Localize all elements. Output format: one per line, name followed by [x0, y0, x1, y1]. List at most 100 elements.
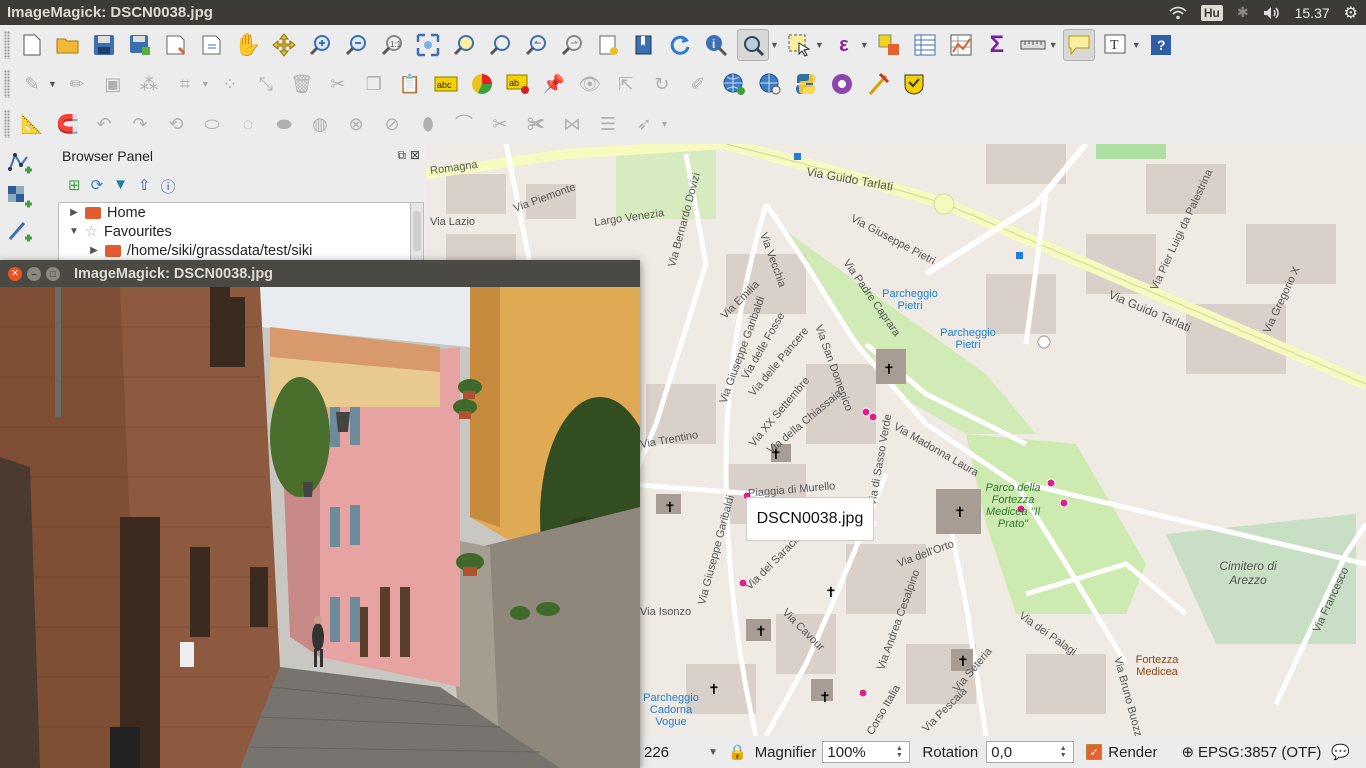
copy-features-icon[interactable]: ❐	[359, 69, 389, 99]
labeling-icon[interactable]: abc	[431, 69, 461, 99]
add-delimited-text-icon[interactable]	[5, 216, 35, 246]
maximize-icon[interactable]: □	[46, 266, 60, 281]
info-icon[interactable]: ⓘ	[161, 176, 176, 197]
bluetooth-icon[interactable]: ✱	[1237, 4, 1249, 21]
text-annotation-icon[interactable]: T	[1101, 30, 1131, 60]
spinner-icon[interactable]: ▲ ▼	[893, 745, 905, 759]
select-features-icon[interactable]	[784, 30, 814, 60]
merge-icon[interactable]: ⋈	[557, 109, 587, 139]
advanced-digitize-icon[interactable]: 📐	[17, 109, 47, 139]
pan-to-selection-icon[interactable]	[269, 30, 299, 60]
open-project-icon[interactable]	[53, 30, 83, 60]
magic-tool-icon[interactable]	[899, 69, 929, 99]
minimize-icon[interactable]: –	[27, 266, 41, 281]
layer-labeling-icon[interactable]: ab	[503, 69, 533, 99]
expand-arrow-icon[interactable]: ▶	[87, 245, 101, 256]
crs-status[interactable]: EPSG:3857 (OTF)	[1198, 744, 1321, 761]
lock-icon[interactable]: 🔒	[728, 743, 747, 761]
new-bookmark-icon[interactable]	[593, 30, 623, 60]
spinner-icon[interactable]: ▲ ▼	[1057, 745, 1069, 759]
statistics-icon[interactable]	[946, 30, 976, 60]
close-icon[interactable]: ✕	[8, 266, 22, 281]
vertex-tool-icon[interactable]: ⌗	[170, 69, 200, 99]
diagram-icon[interactable]	[467, 69, 497, 99]
python-console-icon[interactable]	[791, 69, 821, 99]
cut-features-icon[interactable]: ✂	[323, 69, 353, 99]
split-parts-icon[interactable]: ✀	[521, 109, 551, 139]
delete-ring-icon[interactable]: ⊗	[341, 109, 371, 139]
collapse-all-icon[interactable]: ⇧	[138, 176, 151, 197]
scale-combo[interactable]: 226 ▼	[640, 741, 722, 763]
volume-icon[interactable]	[1263, 6, 1281, 20]
tree-item-home[interactable]: ▶ Home	[59, 203, 411, 222]
add-wms-icon[interactable]	[719, 69, 749, 99]
zoom-to-layer-icon[interactable]	[485, 30, 515, 60]
settings-gear-icon[interactable]: ⚙	[1344, 3, 1358, 23]
snap-magnet-icon[interactable]: 🧲	[53, 109, 83, 139]
simplify-icon[interactable]: ⬭	[197, 109, 227, 139]
merge-attributes-icon[interactable]: ☰	[593, 109, 623, 139]
zoom-full-icon[interactable]	[413, 30, 443, 60]
identify-icon[interactable]: i	[701, 30, 731, 60]
delete-part-icon[interactable]: ⊘	[377, 109, 407, 139]
new-print-layout-icon[interactable]	[161, 30, 191, 60]
change-label-icon[interactable]: ✐	[683, 69, 713, 99]
add-raster-layer-icon[interactable]	[5, 182, 35, 212]
toolbar-grip[interactable]	[4, 70, 10, 98]
paste-features-icon[interactable]: 📋	[395, 69, 425, 99]
add-ring-icon[interactable]: ◌	[233, 109, 263, 139]
fill-ring-icon[interactable]: ◍	[305, 109, 335, 139]
toolbar-grip[interactable]	[4, 110, 10, 138]
crs-globe-icon[interactable]: ⊕	[1181, 743, 1194, 761]
zoom-in-icon[interactable]	[305, 30, 335, 60]
pan-hand-icon[interactable]: ✋	[233, 30, 263, 60]
split-features-icon[interactable]: ✂	[485, 109, 515, 139]
clock[interactable]: 15.37	[1295, 5, 1330, 21]
zoom-last-icon[interactable]	[521, 30, 551, 60]
help-icon[interactable]: ?	[1146, 30, 1176, 60]
zoom-next-icon[interactable]	[557, 30, 587, 60]
zoom-to-selection-icon[interactable]	[449, 30, 479, 60]
new-project-icon[interactable]	[17, 30, 47, 60]
grass-tools-icon[interactable]	[863, 69, 893, 99]
dropdown-arrow-icon[interactable]: ▼	[660, 119, 669, 129]
map-tips-icon[interactable]	[737, 29, 769, 61]
pin-labels-icon[interactable]: 📌	[539, 69, 569, 99]
render-checkbox[interactable]: ✓	[1086, 744, 1103, 760]
close-panel-icon[interactable]: ⊠	[410, 148, 420, 163]
add-feature-icon[interactable]: ⁂	[134, 69, 164, 99]
rotation-input[interactable]: 0,0 ▲ ▼	[986, 741, 1075, 763]
collapse-arrow-icon[interactable]: ▼	[67, 226, 81, 237]
zoom-native-icon[interactable]: 1:1	[377, 30, 407, 60]
refresh-icon[interactable]	[665, 30, 695, 60]
save-as-icon[interactable]	[125, 30, 155, 60]
reshape-icon[interactable]: ⬮	[413, 109, 443, 139]
filter-icon[interactable]: ▼	[113, 176, 128, 197]
node-tool-icon[interactable]: ⤡	[251, 69, 281, 99]
measure-icon[interactable]	[1018, 30, 1048, 60]
show-bookmarks-icon[interactable]	[629, 30, 659, 60]
delete-selected-icon[interactable]: 🗑	[287, 69, 317, 99]
edit-pencil-icon[interactable]: ✏	[62, 69, 92, 99]
imagemagick-titlebar[interactable]: ✕ – □ ImageMagick: DSCN0038.jpg	[0, 260, 640, 287]
dropdown-arrow-icon[interactable]: ▼	[1132, 40, 1141, 50]
toolbar-grip[interactable]	[4, 31, 10, 59]
annotation-icon[interactable]	[1062, 29, 1095, 61]
magnifier-input[interactable]: 100% ▲ ▼	[822, 741, 911, 763]
show-hide-labels-icon[interactable]: 👁	[575, 69, 605, 99]
add-part-icon[interactable]: ⬬	[269, 109, 299, 139]
expression-select-icon[interactable]: ε	[829, 30, 859, 60]
float-panel-icon[interactable]: ⧉	[397, 148, 406, 163]
keyboard-layout-indicator[interactable]: Hu	[1200, 4, 1223, 21]
move-feature-icon[interactable]: ⁘	[215, 69, 245, 99]
field-calculator-icon[interactable]: Σ	[982, 30, 1012, 60]
digitize-icon[interactable]: ✎	[17, 69, 47, 99]
save-project-icon[interactable]	[89, 30, 119, 60]
tree-item-siki-folder[interactable]: ▶ /home/siki/grassdata/test/siki	[59, 241, 411, 260]
attribute-table-icon[interactable]	[910, 30, 940, 60]
dropdown-arrow-icon[interactable]: ▼	[1049, 40, 1058, 50]
dropdown-arrow-icon[interactable]: ▼	[815, 40, 824, 50]
move-label-icon[interactable]: ⇱	[611, 69, 641, 99]
refresh-icon[interactable]: ⟳	[91, 176, 104, 197]
layout-manager-icon[interactable]	[197, 30, 227, 60]
